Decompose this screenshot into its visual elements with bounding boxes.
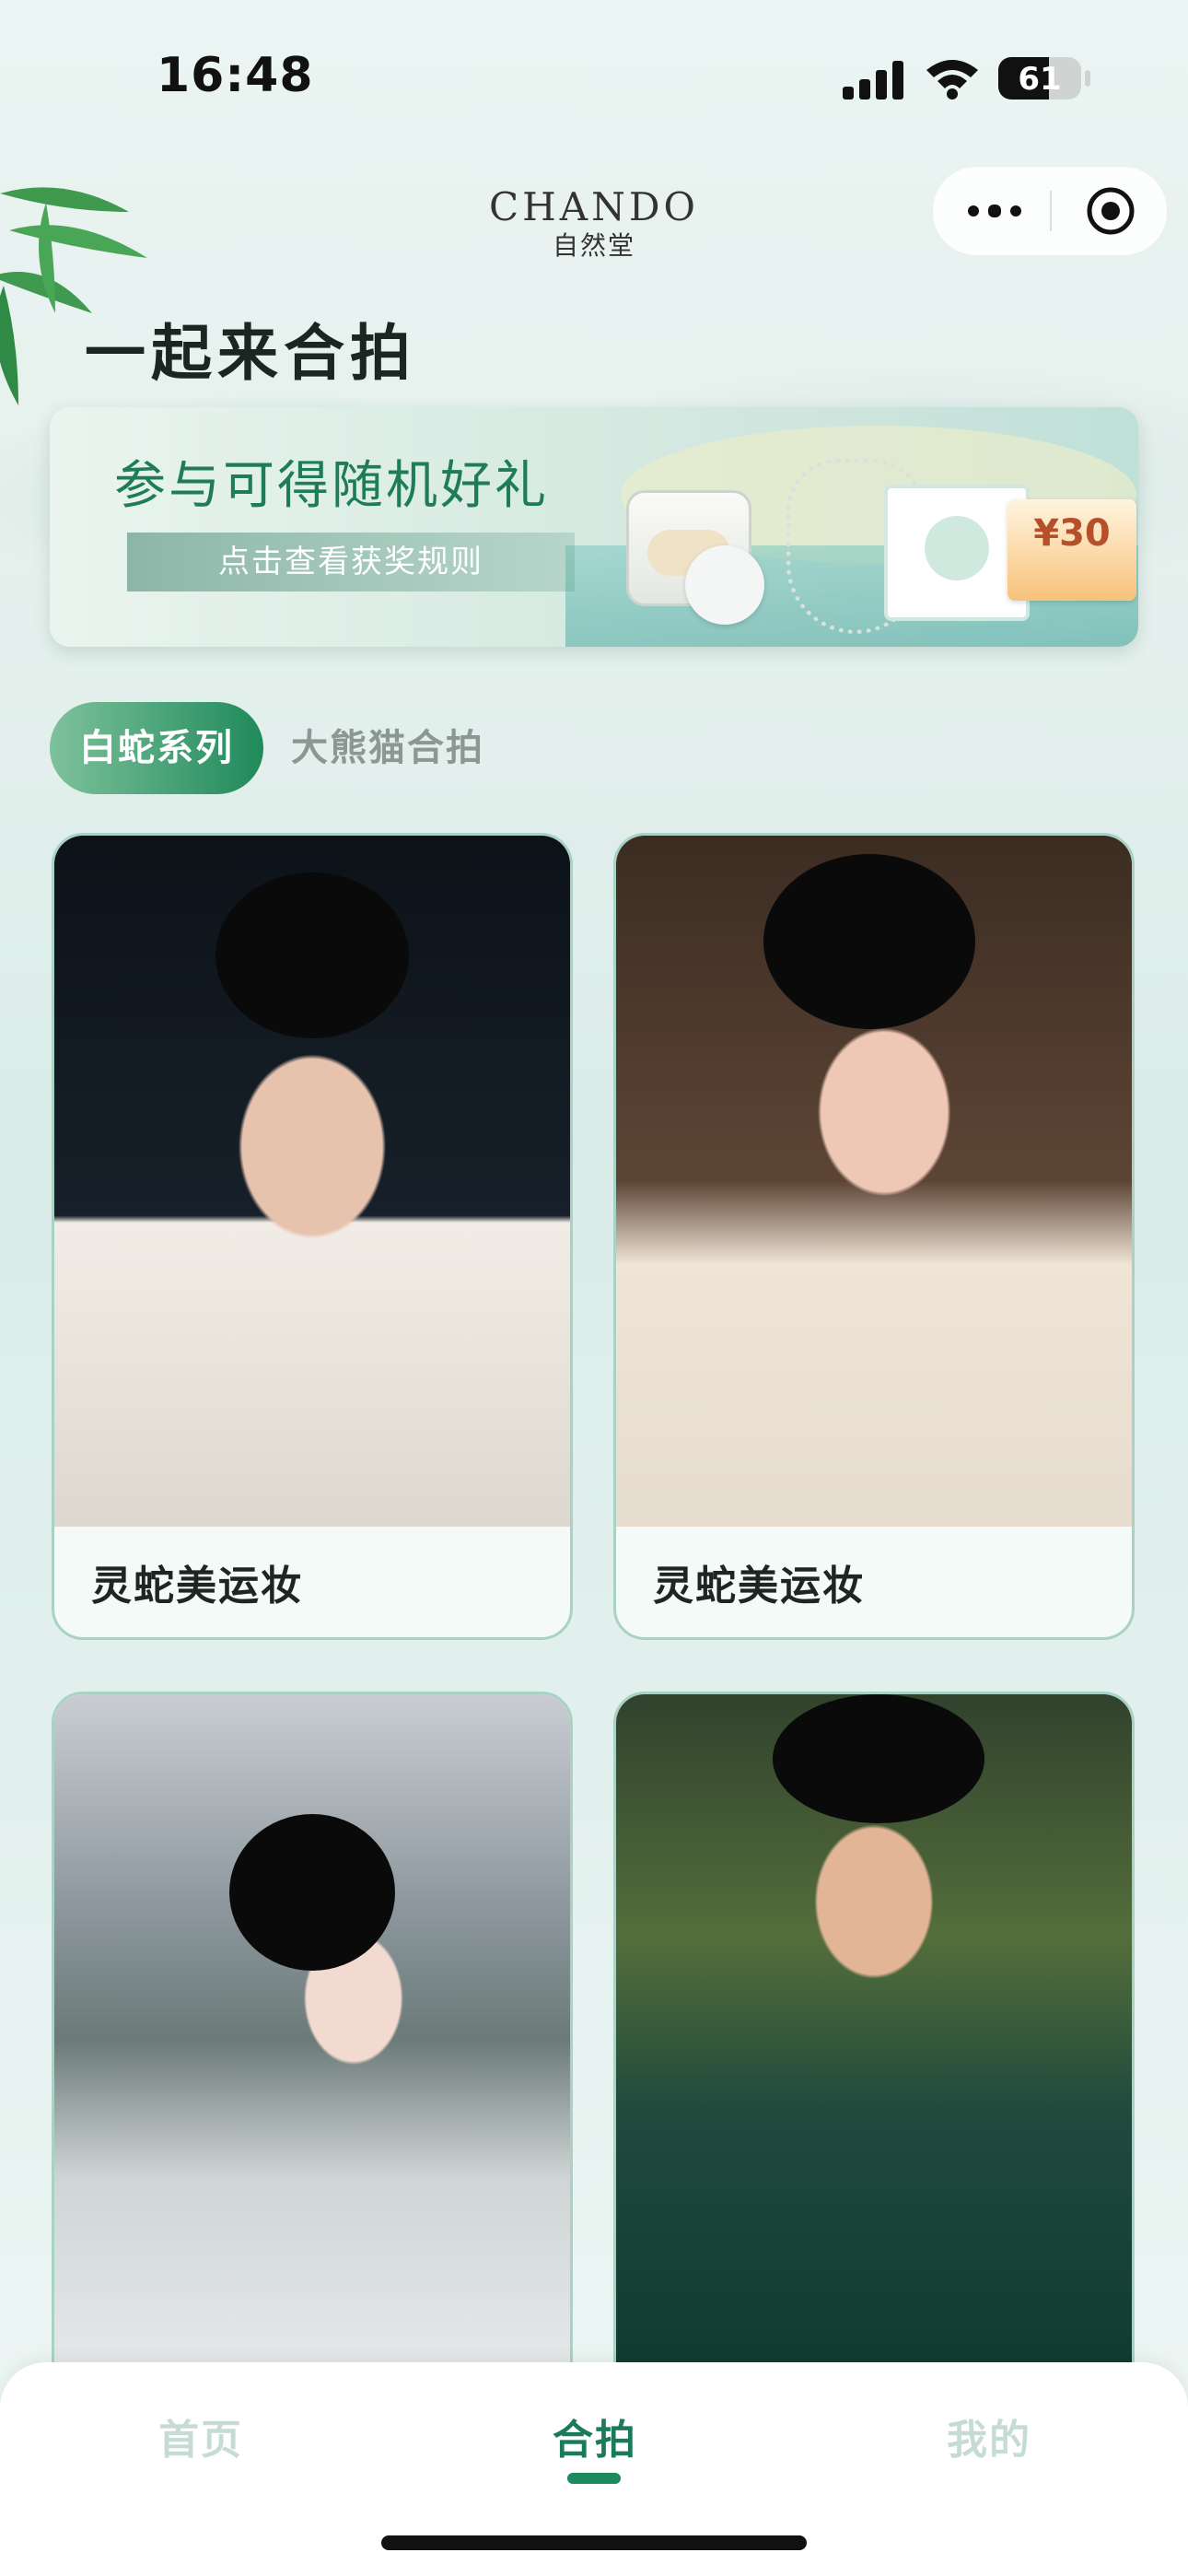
- portrait-photo: [616, 836, 1132, 1527]
- brand-logo: CHANDO 自然堂: [460, 184, 728, 263]
- brand-name-zh: 自然堂: [552, 230, 635, 261]
- tab-white-snake[interactable]: 白蛇系列: [50, 702, 263, 794]
- powder-puff-prize: [685, 545, 764, 625]
- wifi-icon: [926, 60, 978, 100]
- view-rules-button[interactable]: 点击查看获奖规则: [127, 533, 575, 591]
- coupon-amount: ¥30: [1033, 512, 1111, 555]
- brand-name-en: CHANDO: [489, 184, 699, 229]
- card-caption: 灵蛇美运妆: [653, 1563, 865, 1610]
- tab-panda[interactable]: 大熊猫合拍: [291, 702, 484, 794]
- status-time: 16:48: [157, 48, 314, 103]
- more-options-icon[interactable]: [964, 193, 1023, 229]
- capsule-divider: [1050, 191, 1052, 231]
- coupon-prize: ¥30: [1007, 499, 1136, 601]
- battery-icon: 61: [998, 57, 1081, 100]
- promo-banner[interactable]: 参与可得随机好礼 点击查看获奖规则 ¥30: [50, 407, 1138, 647]
- home-indicator[interactable]: [381, 2535, 807, 2550]
- active-nav-indicator: [567, 2473, 621, 2484]
- portrait-photo: [54, 1694, 570, 2385]
- banner-headline: 参与可得随机好礼: [114, 456, 549, 516]
- nav-mine[interactable]: 我的: [947, 2406, 1031, 2465]
- miniprogram-capsule: [932, 166, 1168, 256]
- page-title: 一起来合拍: [85, 318, 416, 389]
- portrait-photo: [616, 1694, 1132, 2385]
- card-caption: 灵蛇美运妆: [91, 1563, 303, 1610]
- portrait-photo: [54, 836, 570, 1527]
- nav-home[interactable]: 首页: [158, 2406, 243, 2465]
- close-miniprogram-icon[interactable]: [1085, 185, 1136, 237]
- style-card[interactable]: 灵蛇美运妆: [52, 833, 573, 1640]
- battery-nub: [1085, 70, 1090, 87]
- battery-level: 61: [1018, 61, 1062, 98]
- style-card[interactable]: 灵蛇美运妆: [613, 833, 1135, 1640]
- status-bar: 16:48 61: [0, 0, 1188, 157]
- cellular-signal-icon: [843, 59, 905, 100]
- nav-cophoto[interactable]: 合拍: [553, 2406, 637, 2465]
